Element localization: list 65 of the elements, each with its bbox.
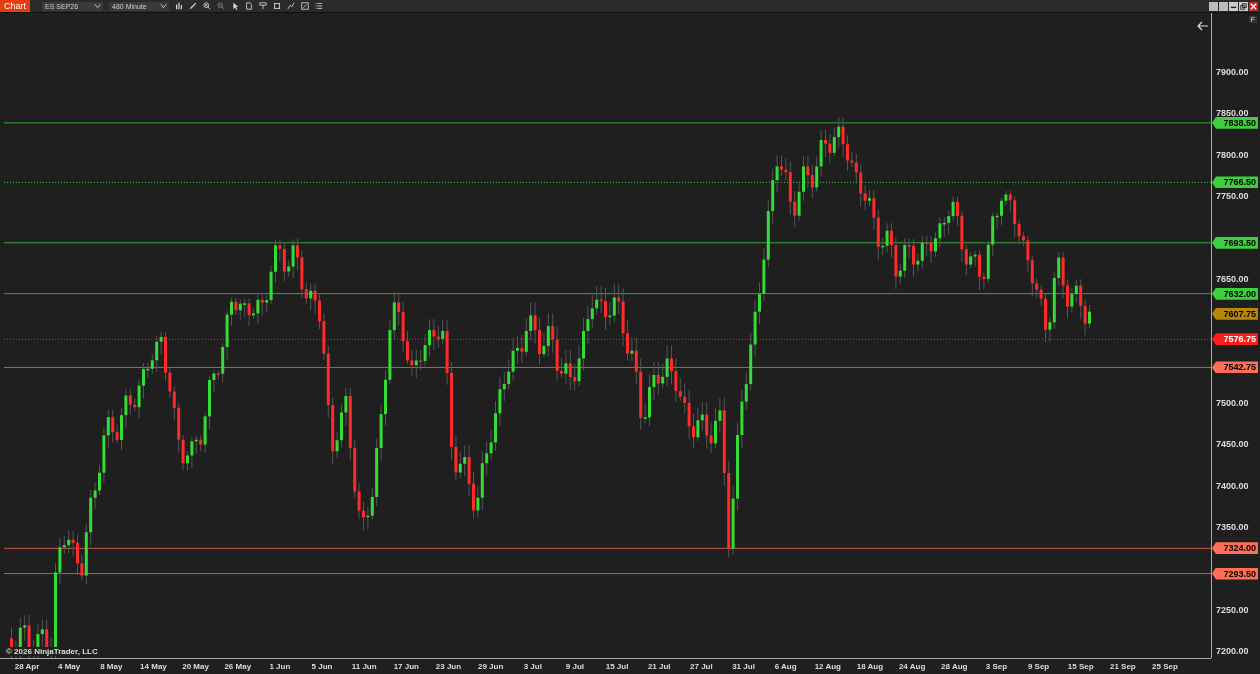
- date-axis-label: 9 Sep: [1026, 662, 1051, 671]
- date-axis-label: 29 Jun: [476, 662, 505, 671]
- caret-icon[interactable]: [160, 3, 167, 9]
- price-marker: 7766.50: [1212, 176, 1258, 189]
- bar-chart-icon[interactable]: [175, 2, 183, 10]
- price-marker: 7632.00: [1212, 287, 1258, 300]
- price-axis-label: 7400.00: [1216, 479, 1249, 492]
- price-axis-label: 7500.00: [1216, 396, 1249, 409]
- price-axis-label: 7750.00: [1216, 190, 1249, 203]
- price-marker: 7838.50: [1212, 116, 1258, 129]
- zoom-out-icon[interactable]: [217, 2, 225, 10]
- date-axis-label: 21 Sep: [1108, 662, 1137, 671]
- date-axis-label: 31 Jul: [731, 662, 756, 671]
- document-icon[interactable]: [245, 2, 253, 10]
- date-axis-label: 18 Aug: [855, 662, 885, 671]
- date-axis-label: 21 Jul: [646, 662, 672, 671]
- price-axis-label: 7900.00: [1216, 66, 1249, 78]
- caret-icon[interactable]: [94, 3, 101, 9]
- date-axis-label: 3 Jul: [522, 662, 543, 671]
- date-axis-label: 28 Aug: [940, 662, 969, 671]
- date-axis-label: 20 May: [181, 662, 210, 671]
- box-icon[interactable]: [301, 2, 309, 10]
- copyright-text: © 2026 NinjaTrader, LLC: [4, 647, 100, 656]
- date-axis-label: 9 Jul: [564, 662, 586, 671]
- date-axis-label: 12 Aug: [813, 662, 842, 671]
- price-marker: 7693.50: [1212, 236, 1258, 249]
- date-axis-label: 14 May: [139, 662, 168, 671]
- last-price-marker: 7607.75: [1212, 307, 1258, 320]
- price-axis-label: 7800.00: [1216, 148, 1249, 161]
- date-axis-label: 27 Jul: [689, 662, 714, 671]
- date-axis-label: 4 May: [57, 662, 82, 671]
- price-axis-label: 7250.00: [1216, 603, 1249, 616]
- price-axis-label: 7450.00: [1216, 438, 1249, 451]
- close-icon[interactable]: [1249, 1, 1258, 11]
- frame-icon[interactable]: [273, 2, 281, 10]
- list-icon[interactable]: [315, 2, 323, 10]
- price-marker: 7324.00: [1212, 542, 1258, 555]
- pointer-icon[interactable]: [231, 2, 239, 10]
- date-axis-label: 1 Jun: [268, 662, 292, 671]
- date-axis-label: 11 Jun: [350, 662, 378, 671]
- price-marker: 7542.75: [1212, 361, 1258, 374]
- arrow-left-icon[interactable]: [1197, 21, 1209, 31]
- date-axis-label: 3 Sep: [984, 662, 1009, 671]
- date-axis-label: 15 Sep: [1066, 662, 1095, 671]
- price-axis-label: 7350.00: [1216, 520, 1249, 533]
- date-axis-label: 6 Aug: [773, 662, 798, 671]
- zoom-in-icon[interactable]: [203, 2, 211, 10]
- price-marker: 7293.50: [1212, 567, 1258, 580]
- price-axis-label: 7200.00: [1216, 644, 1249, 657]
- date-axis-label: 15 Jul: [604, 662, 630, 671]
- pencil-icon[interactable]: [189, 2, 197, 10]
- price-marker: 7576.75: [1212, 333, 1258, 346]
- date-axis-label: 24 Aug: [897, 662, 927, 671]
- date-axis-label: 28 Apr: [13, 662, 41, 671]
- date-axis-label: 26 May: [223, 662, 253, 671]
- date-axis-label: 25 Sep: [1151, 662, 1179, 671]
- chart-tab[interactable]: Chart: [0, 0, 30, 12]
- line-icon[interactable]: [287, 2, 295, 10]
- price-axis-label: 7650.00: [1216, 272, 1249, 285]
- date-axis-label: 17 Jun: [392, 662, 420, 671]
- minimize-icon[interactable]: [1229, 1, 1238, 11]
- date-axis-label: 23 Jun: [434, 662, 463, 671]
- date-axis-label: 5 Jun: [310, 662, 334, 671]
- restore-icon[interactable]: [1239, 1, 1248, 11]
- date-axis-label: 8 May: [99, 662, 124, 671]
